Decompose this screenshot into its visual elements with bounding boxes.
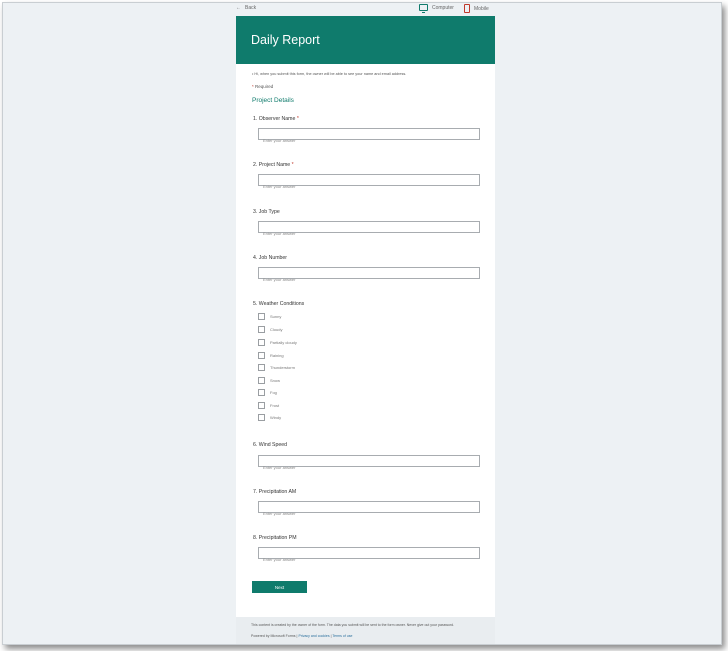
- mobile-label: Mobile: [474, 5, 489, 12]
- option-label: Thunderstorm: [270, 365, 295, 370]
- mobile-view-button[interactable]: Mobile: [464, 4, 489, 13]
- preview-frame: ← Back Computer Mobile Daily Report • Hi…: [2, 2, 722, 645]
- option-label: Raining: [270, 353, 284, 358]
- weather-option[interactable]: Fog: [258, 389, 277, 396]
- option-label: Fog: [270, 390, 277, 395]
- precipitation-am-input[interactable]: [259, 508, 479, 519]
- observer-name-field[interactable]: [258, 128, 480, 146]
- footer-disclaimer: This content is created by the owner of …: [251, 623, 455, 627]
- checkbox[interactable]: [258, 364, 265, 371]
- option-label: Windy: [270, 415, 282, 420]
- form-card: Daily Report • Hi, when you submit this …: [236, 16, 495, 617]
- required-star: *: [291, 162, 294, 168]
- required-legend: * Required: [252, 84, 273, 89]
- question-label: 3. Job Type: [253, 209, 280, 215]
- phone-icon: [464, 4, 470, 13]
- option-label: Cloudy: [270, 327, 283, 332]
- job-number-field[interactable]: [258, 267, 480, 285]
- question-observer-name: 1. Observer Name *: [253, 116, 299, 122]
- question-wind-speed: 6. Wind Speed: [253, 442, 287, 448]
- monitor-icon: [419, 4, 428, 13]
- option-label: Snow: [270, 378, 281, 383]
- question-label: 4. Job Number: [253, 255, 288, 261]
- terms-link[interactable]: Terms of use: [332, 634, 352, 638]
- question-precipitation-am: 7. Precipitation AM: [253, 489, 296, 495]
- question-job-type: 3. Job Type: [253, 209, 280, 215]
- weather-option[interactable]: Raining: [258, 352, 284, 359]
- back-label: Back: [245, 5, 257, 11]
- checkbox[interactable]: [258, 352, 265, 359]
- observer-name-input[interactable]: [259, 135, 479, 146]
- question-label: 5. Weather Conditions: [253, 301, 305, 307]
- option-label: Sunny: [270, 314, 282, 319]
- preview-toolbar: ← Back Computer Mobile: [3, 3, 721, 15]
- precipitation-am-field[interactable]: [258, 501, 480, 519]
- arrow-left-icon: ←: [236, 5, 241, 11]
- computer-label: Computer: [432, 4, 454, 11]
- question-precipitation-pm: 8. Precipitation PM: [253, 535, 297, 541]
- form-header: Daily Report: [236, 16, 495, 64]
- project-name-field[interactable]: [258, 174, 480, 192]
- checkbox[interactable]: [258, 339, 265, 346]
- weather-option[interactable]: Snow: [258, 377, 280, 384]
- project-name-input[interactable]: [259, 181, 479, 192]
- required-label: Required: [255, 84, 274, 89]
- checkbox[interactable]: [258, 402, 265, 409]
- next-button[interactable]: Next: [252, 581, 307, 593]
- job-number-input[interactable]: [259, 274, 479, 285]
- back-button[interactable]: ← Back: [236, 5, 256, 11]
- weather-option[interactable]: Windy: [258, 414, 281, 421]
- question-project-name: 2. Project Name *: [253, 162, 294, 168]
- question-weather-conditions: 5. Weather Conditions: [253, 301, 304, 307]
- job-type-field[interactable]: [258, 221, 480, 239]
- question-label: 7. Precipitation AM: [253, 489, 297, 495]
- required-star: *: [296, 116, 299, 122]
- wind-speed-field[interactable]: [258, 455, 480, 473]
- question-label: 1. Observer Name: [253, 116, 296, 122]
- weather-option[interactable]: Thunderstorm: [258, 364, 295, 371]
- precipitation-pm-field[interactable]: [258, 547, 480, 565]
- form-footer: This content is created by the owner of …: [236, 617, 495, 644]
- weather-option[interactable]: Frost: [258, 402, 279, 409]
- question-label: 8. Precipitation PM: [253, 535, 297, 541]
- form-title: Daily Report: [251, 33, 320, 47]
- weather-option[interactable]: Sunny: [258, 313, 281, 320]
- computer-view-button[interactable]: Computer: [419, 4, 454, 13]
- option-label: Frost: [270, 403, 280, 408]
- weather-option[interactable]: Partially cloudy: [258, 339, 297, 346]
- job-type-input[interactable]: [259, 228, 479, 239]
- section-title: Project Details: [252, 97, 294, 104]
- checkbox[interactable]: [258, 414, 265, 421]
- checkbox[interactable]: [258, 313, 265, 320]
- question-label: 2. Project Name: [253, 162, 291, 168]
- checkbox[interactable]: [258, 389, 265, 396]
- question-job-number: 4. Job Number: [253, 255, 287, 261]
- wind-speed-input[interactable]: [259, 462, 479, 473]
- weather-option[interactable]: Cloudy: [258, 326, 282, 333]
- identity-notice: • Hi, when you submit this form, the own…: [252, 72, 406, 76]
- option-label: Partially cloudy: [270, 340, 297, 345]
- required-star: *: [252, 84, 254, 89]
- powered-by-text: Powered by Microsoft Forms: [251, 634, 296, 638]
- checkbox[interactable]: [258, 326, 265, 333]
- notice-text: Hi, when you submit this form, the owner…: [254, 72, 407, 76]
- question-label: 6. Wind Speed: [253, 442, 288, 448]
- footer-links: Powered by Microsoft Forms | Privacy and…: [251, 634, 352, 638]
- checkbox[interactable]: [258, 377, 265, 384]
- precipitation-pm-input[interactable]: [259, 554, 479, 565]
- privacy-link[interactable]: Privacy and cookies: [298, 634, 329, 638]
